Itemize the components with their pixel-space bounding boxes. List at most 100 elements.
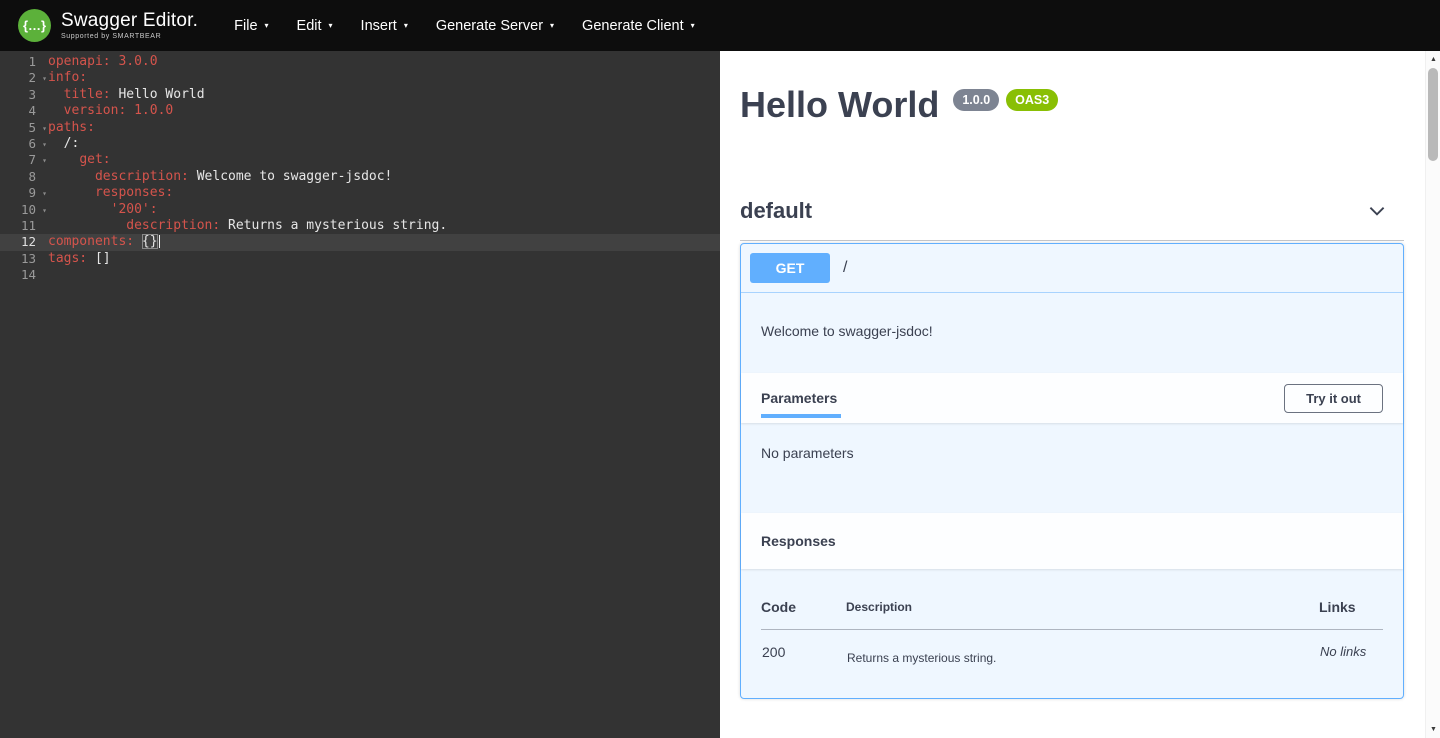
code-line[interactable]: get: — [48, 152, 720, 168]
token-plain: Hello World — [111, 87, 205, 102]
token-key: description: — [95, 169, 189, 184]
caret-down-icon: ▾ — [404, 21, 408, 30]
tag-name: default — [740, 198, 812, 224]
menu-generate-client[interactable]: Generate Client▾ — [568, 10, 709, 42]
responses-table: Code Description Links 200Returns a myst… — [761, 593, 1383, 666]
scrollbar-thumb[interactable] — [1428, 68, 1438, 161]
gutter-line-number: 2▾ — [0, 70, 48, 86]
http-method-button[interactable]: GET — [750, 253, 830, 283]
code-line[interactable]: components: {} — [48, 234, 720, 250]
code-line[interactable]: openapi: 3.0.0 — [48, 54, 720, 70]
code-line[interactable]: '200': — [48, 202, 720, 218]
scroll-down-arrow-icon[interactable]: ▼ — [1426, 722, 1440, 737]
menu-edit[interactable]: Edit▾ — [283, 10, 347, 42]
code-line[interactable]: /: — [48, 136, 720, 152]
col-header-description: Description — [846, 593, 1319, 630]
token-plain — [48, 185, 95, 200]
token-key: paths: — [48, 120, 95, 135]
operation-path: / — [843, 259, 847, 277]
token-key: openapi: — [48, 54, 111, 69]
token-plain — [48, 218, 126, 233]
gutter-line-number: 10▾ — [0, 202, 48, 218]
brand-subtitle: Supported by SMARTBEAR — [61, 33, 198, 41]
logo-glyph: {…} — [23, 18, 46, 33]
main-split: 12▾345▾6▾7▾89▾10▾11121314 openapi: 3.0.0… — [0, 51, 1440, 738]
oas3-badge: OAS3 — [1006, 89, 1058, 111]
token-val: 3.0.0 — [118, 54, 157, 69]
gutter-line-number: 4 — [0, 103, 48, 119]
responses-table-head: Code Description Links — [761, 593, 1383, 630]
gutter-line-number: 7▾ — [0, 152, 48, 168]
gutter-line-number: 3 — [0, 87, 48, 103]
scroll-up-arrow-icon[interactable]: ▲ — [1426, 52, 1440, 67]
fold-arrow-icon[interactable]: ▾ — [42, 153, 47, 169]
token-key: get: — [79, 152, 110, 167]
yaml-editor[interactable]: 12▾345▾6▾7▾89▾10▾11121314 openapi: 3.0.0… — [0, 51, 720, 738]
topbar: {…} Swagger Editor. Supported by SMARTBE… — [0, 0, 1440, 51]
token-plain: Returns a mysterious string. — [220, 218, 447, 233]
code-line[interactable]: responses: — [48, 185, 720, 201]
brand-title: Swagger Editor. — [61, 11, 198, 32]
chevron-down-icon[interactable] — [1366, 200, 1388, 222]
fold-arrow-icon[interactable]: ▾ — [42, 203, 47, 219]
code-line[interactable]: paths: — [48, 120, 720, 136]
token-plain — [48, 169, 95, 184]
fold-arrow-icon[interactable]: ▾ — [42, 121, 47, 137]
code-line[interactable]: tags: [] — [48, 251, 720, 267]
token-plain — [48, 152, 79, 167]
editor-gutter: 12▾345▾6▾7▾89▾10▾11121314 — [0, 54, 48, 738]
token-key: tags: — [48, 251, 87, 266]
swagger-editor-app: {…} Swagger Editor. Supported by SMARTBE… — [0, 0, 1440, 738]
code-line[interactable] — [48, 267, 720, 283]
preview-scrollbar[interactable]: ▲ ▼ — [1425, 51, 1440, 738]
menu-insert[interactable]: Insert ▾ — [347, 10, 422, 42]
token-plain: /: — [48, 136, 79, 151]
responses-body: Code Description Links 200Returns a myst… — [741, 569, 1403, 698]
fold-arrow-icon[interactable]: ▾ — [42, 186, 47, 202]
fold-arrow-icon[interactable]: ▾ — [42, 71, 47, 87]
gutter-line-number: 13 — [0, 251, 48, 267]
gutter-line-number: 8 — [0, 169, 48, 185]
parameters-header: Parameters Try it out — [741, 373, 1403, 423]
no-parameters-text: No parameters — [761, 445, 854, 461]
response-code: 200 — [761, 630, 846, 667]
token-key: responses: — [95, 185, 173, 200]
gutter-line-number: 11 — [0, 218, 48, 234]
token-plain: Welcome to swagger-jsdoc! — [189, 169, 393, 184]
badges: 1.0.0 OAS3 — [953, 89, 1058, 111]
swagger-logo-icon: {…} — [18, 9, 51, 42]
opblock-summary[interactable]: GET / — [741, 244, 1403, 293]
try-it-out-button[interactable]: Try it out — [1284, 384, 1383, 413]
token-plain — [134, 234, 142, 249]
tag-section-header[interactable]: default — [740, 186, 1404, 241]
code-line[interactable]: title: Hello World — [48, 87, 720, 103]
token-key: title: — [64, 87, 111, 102]
code-line[interactable]: version: 1.0.0 — [48, 103, 720, 119]
token-bracket: {} — [142, 234, 158, 249]
opblock-get: GET / Welcome to swagger-jsdoc! Paramete… — [740, 243, 1404, 699]
caret-down-icon: ▾ — [329, 21, 333, 30]
menu-label: Insert — [361, 18, 397, 34]
responses-title: Responses — [761, 533, 836, 549]
gutter-line-number: 5▾ — [0, 120, 48, 136]
api-info-header: Hello World 1.0.0 OAS3 — [740, 87, 1404, 123]
parameters-body: No parameters — [741, 423, 1403, 513]
code-line[interactable]: description: Returns a mysterious string… — [48, 218, 720, 234]
fold-arrow-icon[interactable]: ▾ — [42, 137, 47, 153]
preview-content: Hello World 1.0.0 OAS3 default GET / — [720, 51, 1440, 738]
col-header-links: Links — [1319, 593, 1383, 630]
menu-file[interactable]: File▾ — [220, 10, 282, 42]
token-plain — [48, 202, 111, 217]
menu-label: File — [234, 18, 257, 34]
response-description: Returns a mysterious string. — [846, 630, 1319, 667]
code-line[interactable]: info: — [48, 70, 720, 86]
text-cursor — [159, 235, 160, 248]
menu-generate-server[interactable]: Generate Server▾ — [422, 10, 568, 42]
gutter-line-number: 12 — [0, 234, 48, 250]
response-links: No links — [1319, 630, 1383, 667]
tab-parameters[interactable]: Parameters — [761, 373, 837, 423]
token-plain: [] — [95, 251, 111, 266]
gutter-line-number: 9▾ — [0, 185, 48, 201]
editor-code[interactable]: openapi: 3.0.0info: title: Hello World v… — [48, 54, 720, 738]
code-line[interactable]: description: Welcome to swagger-jsdoc! — [48, 169, 720, 185]
